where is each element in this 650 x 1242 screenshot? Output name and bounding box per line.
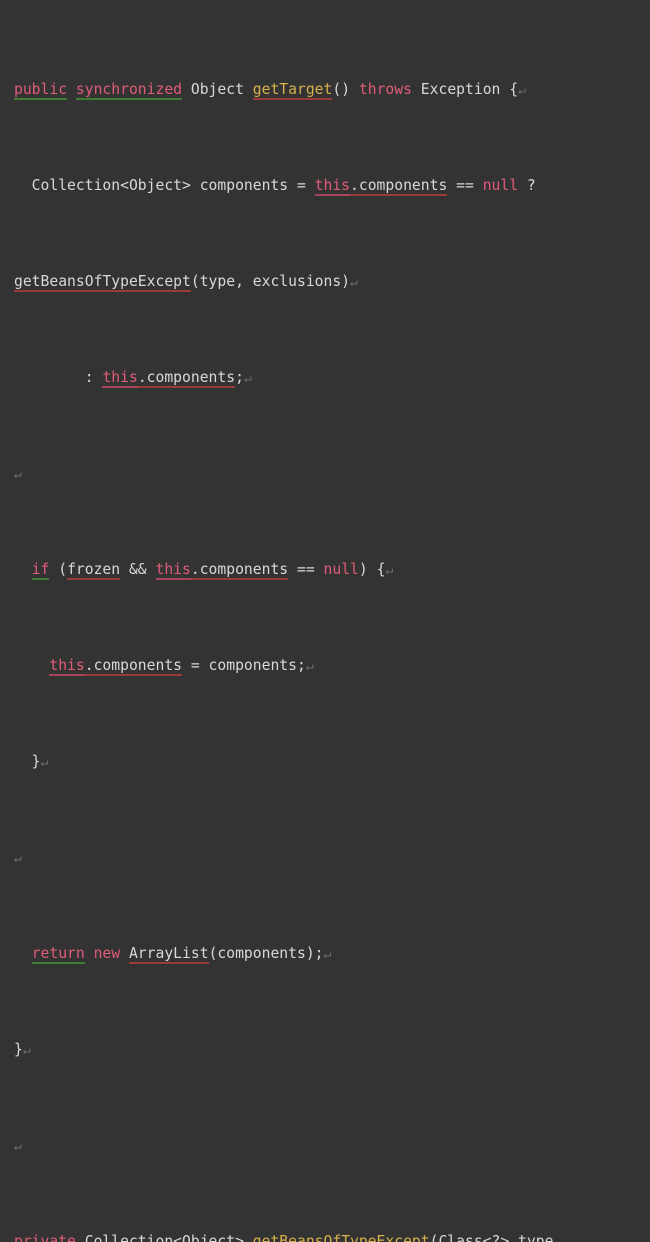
code-content[interactable]: public synchronized Object getTarget() t… bbox=[0, 6, 650, 1242]
keyword-this: this bbox=[49, 657, 85, 676]
code-line[interactable]: public synchronized Object getTarget() t… bbox=[14, 78, 646, 102]
eol-marker: ↵ bbox=[518, 83, 526, 98]
keyword-this: this bbox=[102, 369, 138, 388]
keyword-if: if bbox=[31, 561, 50, 580]
code-line[interactable]: this.components = components;↵ bbox=[14, 654, 646, 678]
keyword-public: public bbox=[14, 81, 68, 100]
code-line[interactable]: getBeansOfTypeExcept(type, exclusions)↵ bbox=[14, 270, 646, 294]
code-line[interactable]: }↵ bbox=[14, 750, 646, 774]
method-name-getTarget: getTarget bbox=[252, 81, 333, 100]
keyword-new: new bbox=[93, 945, 121, 962]
keyword-this: this bbox=[155, 561, 191, 580]
code-line[interactable]: : this.components;↵ bbox=[14, 366, 646, 390]
code-line-empty[interactable]: ↵ bbox=[14, 462, 646, 486]
field-components: .components bbox=[190, 561, 289, 580]
code-line[interactable]: }↵ bbox=[14, 1038, 646, 1062]
field-components: .components bbox=[84, 657, 183, 676]
keyword-private: private bbox=[14, 1233, 76, 1242]
code-editor[interactable]: public synchronized Object getTarget() t… bbox=[0, 0, 650, 1242]
call-getBeansOfTypeExcept: getBeansOfTypeExcept bbox=[14, 273, 191, 292]
eol-marker: ↵ bbox=[350, 275, 358, 290]
eol-marker: ↵ bbox=[323, 947, 332, 962]
field-components: .components bbox=[350, 177, 448, 196]
type-ArrayList: ArrayList bbox=[128, 945, 209, 964]
eol-marker: ↵ bbox=[305, 659, 314, 674]
code-line[interactable]: if (frozen && this.components == null) {… bbox=[14, 558, 646, 582]
code-line[interactable]: Collection<Object> components = this.com… bbox=[14, 174, 646, 198]
keyword-throws: throws bbox=[358, 81, 412, 98]
keyword-null: null bbox=[482, 177, 519, 194]
field-components: .components bbox=[137, 369, 236, 388]
eol-marker: ↵ bbox=[385, 563, 394, 578]
keyword-this: this bbox=[314, 177, 351, 196]
code-line-empty[interactable]: ↵ bbox=[14, 846, 646, 870]
keyword-return: return bbox=[31, 945, 85, 964]
code-line-empty[interactable]: ↵ bbox=[14, 1134, 646, 1158]
method-name-getBeansOfTypeExcept: getBeansOfTypeExcept bbox=[252, 1233, 430, 1242]
code-line[interactable]: private Collection<Object> getBeansOfTyp… bbox=[14, 1230, 646, 1242]
keyword-null: null bbox=[323, 561, 359, 578]
eol-marker: ↵ bbox=[243, 371, 252, 386]
eol-marker: ↵ bbox=[22, 1043, 31, 1058]
variable-frozen: frozen bbox=[67, 561, 121, 580]
eol-marker: ↵ bbox=[14, 467, 22, 482]
code-line[interactable]: return new ArrayList(components);↵ bbox=[14, 942, 646, 966]
eol-marker: ↵ bbox=[40, 755, 49, 770]
eol-marker: ↵ bbox=[14, 851, 22, 866]
eol-marker: ↵ bbox=[14, 1139, 22, 1154]
keyword-synchronized: synchronized bbox=[75, 81, 183, 100]
